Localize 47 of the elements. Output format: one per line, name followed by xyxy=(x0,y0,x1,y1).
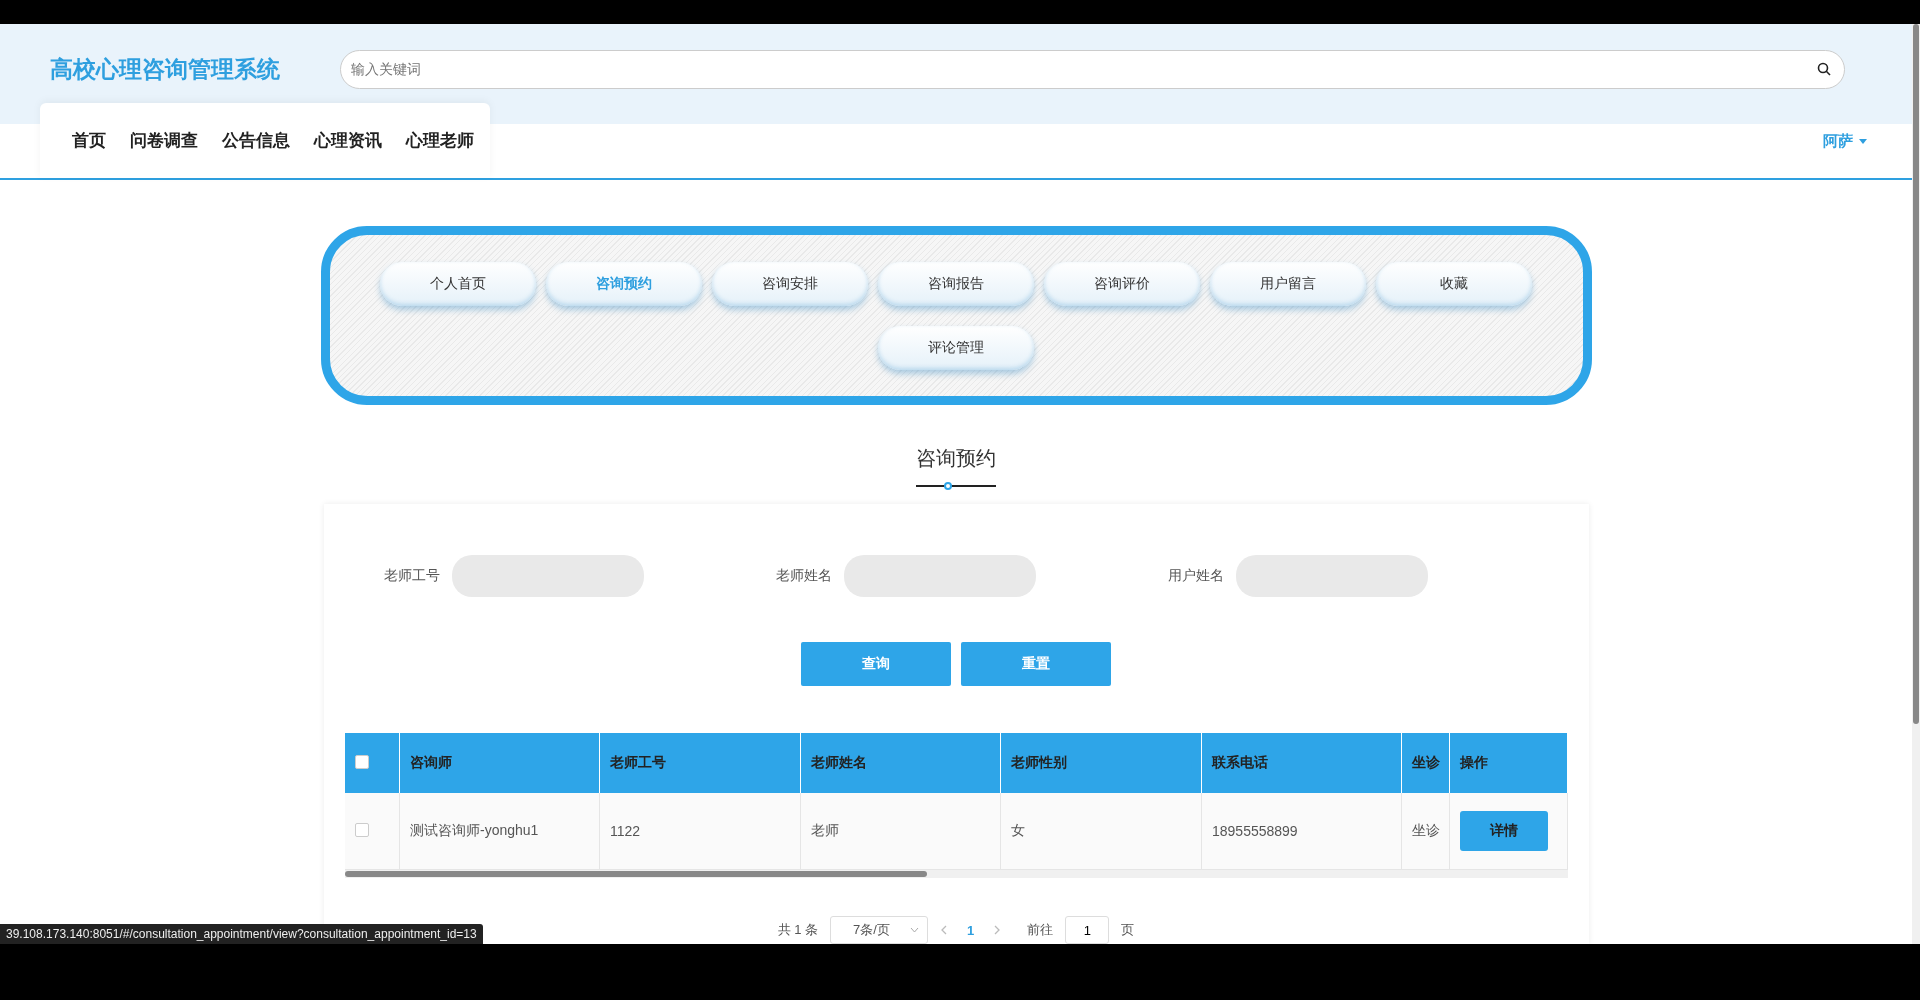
site-logo: 高校心理咨询管理系统 xyxy=(50,54,281,84)
status-url: 39.108.173.140:8051/#/consultation_appointment/view?consultation_appointment_id=13 xyxy=(0,924,483,944)
goto-label: 前往 xyxy=(1027,921,1054,939)
menu-button[interactable]: 咨询报告 xyxy=(878,261,1034,306)
menu-button[interactable]: 收藏 xyxy=(1376,261,1532,306)
menu-button[interactable]: 咨询评价 xyxy=(1044,261,1200,306)
nav-link[interactable]: 问卷调查 xyxy=(130,129,198,152)
nav-link[interactable]: 心理资讯 xyxy=(314,129,382,152)
total-count: 共 1 条 xyxy=(777,921,819,939)
filter-label: 老师工号 xyxy=(383,567,441,585)
column-header: 联系电话 xyxy=(1212,754,1268,770)
chevron-icon xyxy=(910,927,920,933)
column-header: 老师性别 xyxy=(1011,754,1067,770)
filter-label: 老师姓名 xyxy=(775,567,833,585)
menu-button[interactable]: 用户留言 xyxy=(1210,261,1366,306)
table-cell: 测试咨询师-yonghu1 xyxy=(410,822,539,838)
table-cell: 老师 xyxy=(811,822,839,838)
table-cell: 1122 xyxy=(610,823,641,839)
menu-button[interactable]: 评论管理 xyxy=(878,325,1034,370)
table-cell: 18955558899 xyxy=(1212,823,1298,839)
row-checkbox[interactable] xyxy=(354,822,369,837)
menu-button[interactable]: 个人首页 xyxy=(380,261,536,306)
detail-button[interactable]: 详情 xyxy=(1460,811,1548,851)
column-header: 操作 xyxy=(1460,754,1488,770)
menu-button[interactable]: 咨询安排 xyxy=(712,261,868,306)
column-header: 咨询师 xyxy=(410,754,452,770)
search-field[interactable]: 输入关键词 xyxy=(340,49,1845,89)
column-header: 坐诊 xyxy=(1412,754,1440,770)
horizontal-scrollbar[interactable] xyxy=(344,870,1568,878)
prev-icon[interactable] xyxy=(940,925,948,935)
filter-label: 用户姓名 xyxy=(1167,567,1225,585)
vertical-scrollbar[interactable] xyxy=(1912,24,1920,944)
table-cell: 女 xyxy=(1011,822,1025,838)
caret-icon[interactable] xyxy=(1859,139,1867,144)
next-icon[interactable] xyxy=(994,925,1002,935)
table-cell: 坐诊 xyxy=(1412,822,1440,838)
column-header: 老师姓名 xyxy=(811,754,867,770)
page-suffix: 页 xyxy=(1121,921,1135,939)
page-input[interactable]: 1 xyxy=(1065,916,1110,944)
column-header: 老师工号 xyxy=(610,754,666,770)
nav-link[interactable]: 公告信息 xyxy=(222,129,290,152)
nav-link[interactable]: 心理老师 xyxy=(406,129,474,152)
select-all-checkbox[interactable] xyxy=(354,754,369,769)
section-title: 咨询预约 xyxy=(916,446,996,471)
search-icon[interactable] xyxy=(1817,61,1831,76)
page-size-select[interactable]: 7条/页 xyxy=(830,916,929,944)
nav-link[interactable]: 首页 xyxy=(72,129,106,152)
